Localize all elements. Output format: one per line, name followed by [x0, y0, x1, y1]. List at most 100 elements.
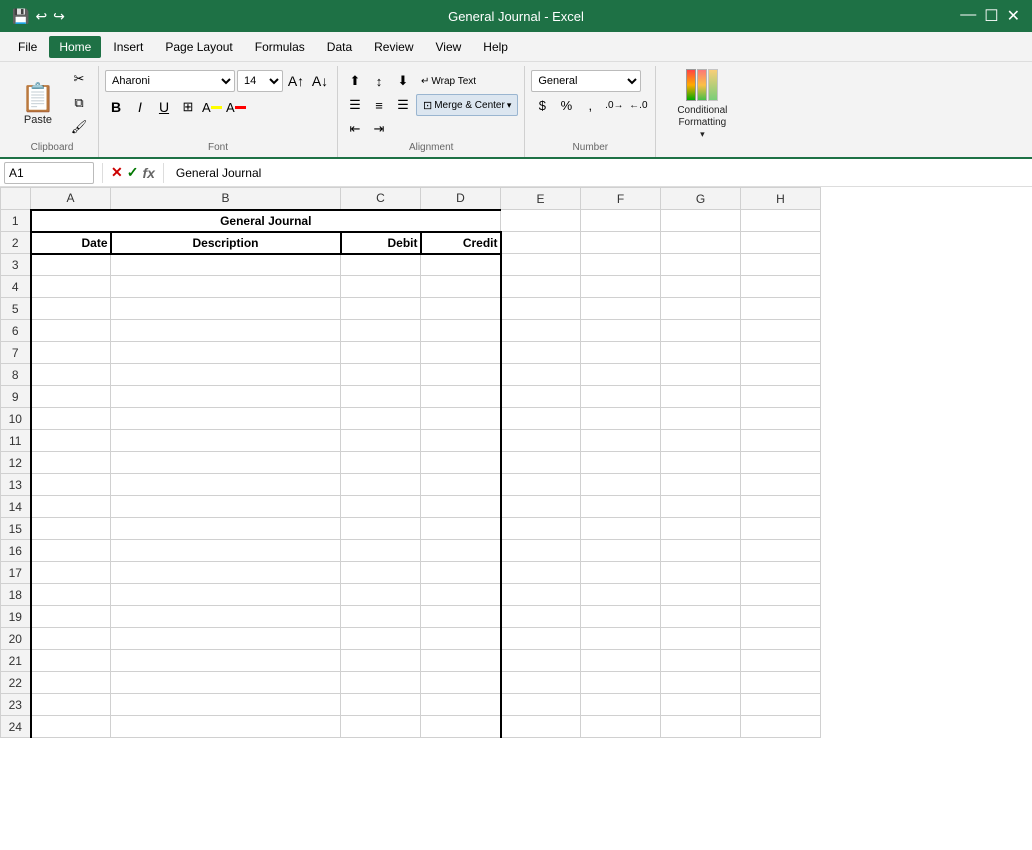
- align-center-button[interactable]: ≡: [368, 94, 390, 116]
- cell-E12[interactable]: [501, 452, 581, 474]
- row-header-12[interactable]: 12: [1, 452, 31, 474]
- cell-C17[interactable]: [341, 562, 421, 584]
- cell-C19[interactable]: [341, 606, 421, 628]
- cell-A8[interactable]: [31, 364, 111, 386]
- cell-E5[interactable]: [501, 298, 581, 320]
- align-bottom-button[interactable]: ⬇: [392, 70, 414, 92]
- paste-button[interactable]: 📋 Paste: [12, 71, 64, 135]
- cell-A17[interactable]: [31, 562, 111, 584]
- row-header-3[interactable]: 3: [1, 254, 31, 276]
- cell-A7[interactable]: [31, 342, 111, 364]
- cell-C4[interactable]: [341, 276, 421, 298]
- cell-B23[interactable]: [111, 694, 341, 716]
- cell-C10[interactable]: [341, 408, 421, 430]
- corner-cell[interactable]: [1, 188, 31, 210]
- cell-E9[interactable]: [501, 386, 581, 408]
- cell-E2[interactable]: [501, 232, 581, 254]
- cell-H2[interactable]: [741, 232, 821, 254]
- cell-F22[interactable]: [581, 672, 661, 694]
- cell-G19[interactable]: [661, 606, 741, 628]
- row-header-6[interactable]: 6: [1, 320, 31, 342]
- cell-F5[interactable]: [581, 298, 661, 320]
- cell-G11[interactable]: [661, 430, 741, 452]
- cell-H18[interactable]: [741, 584, 821, 606]
- row-header-14[interactable]: 14: [1, 496, 31, 518]
- cell-A15[interactable]: [31, 518, 111, 540]
- cell-G18[interactable]: [661, 584, 741, 606]
- cell-G5[interactable]: [661, 298, 741, 320]
- cell-B16[interactable]: [111, 540, 341, 562]
- cell-A13[interactable]: [31, 474, 111, 496]
- cell-D3[interactable]: [421, 254, 501, 276]
- col-header-G[interactable]: G: [661, 188, 741, 210]
- merge-center-button[interactable]: ⊡ Merge & Center ▾: [416, 94, 518, 116]
- cell-H17[interactable]: [741, 562, 821, 584]
- menu-view[interactable]: View: [426, 36, 472, 58]
- cell-F4[interactable]: [581, 276, 661, 298]
- cell-E18[interactable]: [501, 584, 581, 606]
- cell-G4[interactable]: [661, 276, 741, 298]
- cell-F12[interactable]: [581, 452, 661, 474]
- row-header-16[interactable]: 16: [1, 540, 31, 562]
- cell-D7[interactable]: [421, 342, 501, 364]
- align-middle-button[interactable]: ↕: [368, 70, 390, 92]
- cell-G12[interactable]: [661, 452, 741, 474]
- save-icon[interactable]: 💾: [12, 8, 29, 25]
- cell-F10[interactable]: [581, 408, 661, 430]
- cell-G23[interactable]: [661, 694, 741, 716]
- cell-E22[interactable]: [501, 672, 581, 694]
- cell-B10[interactable]: [111, 408, 341, 430]
- cell-C3[interactable]: [341, 254, 421, 276]
- menu-review[interactable]: Review: [364, 36, 423, 58]
- cell-H6[interactable]: [741, 320, 821, 342]
- cell-C9[interactable]: [341, 386, 421, 408]
- borders-button[interactable]: ⊞: [177, 96, 199, 118]
- cell-B11[interactable]: [111, 430, 341, 452]
- cell-G2[interactable]: [661, 232, 741, 254]
- cell-F13[interactable]: [581, 474, 661, 496]
- row-header-20[interactable]: 20: [1, 628, 31, 650]
- cell-D20[interactable]: [421, 628, 501, 650]
- cell-F3[interactable]: [581, 254, 661, 276]
- cell-B5[interactable]: [111, 298, 341, 320]
- minimize-icon[interactable]: —: [960, 6, 976, 26]
- cell-D18[interactable]: [421, 584, 501, 606]
- cell-C24[interactable]: [341, 716, 421, 738]
- cell-A6[interactable]: [31, 320, 111, 342]
- cell-A11[interactable]: [31, 430, 111, 452]
- row-header-10[interactable]: 10: [1, 408, 31, 430]
- cell-F8[interactable]: [581, 364, 661, 386]
- cell-D24[interactable]: [421, 716, 501, 738]
- cell-A1[interactable]: General Journal: [31, 210, 501, 232]
- cell-E23[interactable]: [501, 694, 581, 716]
- cell-A12[interactable]: [31, 452, 111, 474]
- cell-H5[interactable]: [741, 298, 821, 320]
- cell-E4[interactable]: [501, 276, 581, 298]
- percent-button[interactable]: %: [555, 94, 577, 116]
- format-painter-button[interactable]: 🖌: [66, 116, 92, 138]
- row-header-8[interactable]: 8: [1, 364, 31, 386]
- conditional-formatting-dropdown[interactable]: ▾: [700, 129, 705, 140]
- cell-H24[interactable]: [741, 716, 821, 738]
- cell-F14[interactable]: [581, 496, 661, 518]
- cell-A10[interactable]: [31, 408, 111, 430]
- cell-H13[interactable]: [741, 474, 821, 496]
- cell-H3[interactable]: [741, 254, 821, 276]
- cell-H11[interactable]: [741, 430, 821, 452]
- cell-D6[interactable]: [421, 320, 501, 342]
- cell-D12[interactable]: [421, 452, 501, 474]
- cell-C13[interactable]: [341, 474, 421, 496]
- cell-E11[interactable]: [501, 430, 581, 452]
- cell-E16[interactable]: [501, 540, 581, 562]
- cell-B19[interactable]: [111, 606, 341, 628]
- cell-A24[interactable]: [31, 716, 111, 738]
- cell-E3[interactable]: [501, 254, 581, 276]
- cell-G8[interactable]: [661, 364, 741, 386]
- row-header-24[interactable]: 24: [1, 716, 31, 738]
- cell-F7[interactable]: [581, 342, 661, 364]
- cell-B17[interactable]: [111, 562, 341, 584]
- cell-F16[interactable]: [581, 540, 661, 562]
- cell-D13[interactable]: [421, 474, 501, 496]
- cell-G9[interactable]: [661, 386, 741, 408]
- enter-icon[interactable]: ✓: [127, 164, 139, 181]
